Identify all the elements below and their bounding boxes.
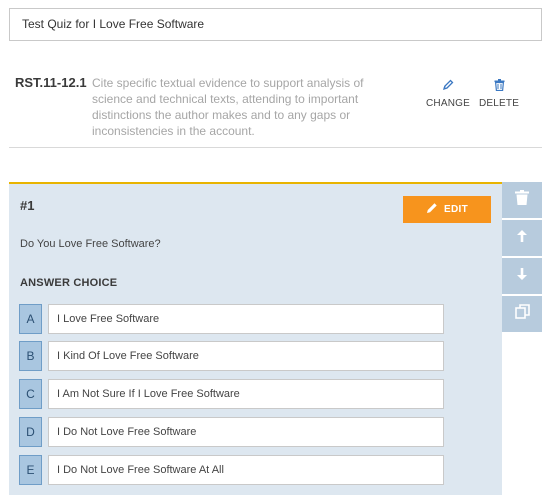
standard-row: RST.11-12.1 Cite specific textual eviden…	[9, 62, 542, 148]
pencil-icon	[442, 76, 454, 94]
question-text: Do You Love Free Software?	[20, 238, 161, 250]
choice-letter[interactable]: B	[19, 341, 42, 371]
duplicate-icon	[514, 304, 530, 324]
pencil-icon	[426, 202, 438, 217]
choice-text-field[interactable]: I Kind Of Love Free Software	[48, 341, 444, 371]
move-up-button[interactable]	[502, 220, 542, 256]
delete-question-button[interactable]	[502, 182, 542, 218]
arrow-down-icon	[517, 267, 527, 285]
delete-label: DELETE	[479, 98, 520, 109]
delete-standard-button[interactable]: DELETE	[479, 76, 519, 109]
question-number: #1	[20, 198, 35, 213]
choice-text-field[interactable]: I Do Not Love Free Software	[48, 417, 444, 447]
quiz-title-input[interactable]: Test Quiz for I Love Free Software	[9, 8, 542, 41]
choice-text-field[interactable]: I Love Free Software	[48, 304, 444, 334]
trash-icon	[515, 190, 529, 210]
arrow-up-icon	[517, 229, 527, 247]
choice-letter[interactable]: D	[19, 417, 42, 447]
change-standard-button[interactable]: CHANGE	[426, 76, 470, 109]
move-down-button[interactable]	[502, 258, 542, 294]
change-label: CHANGE	[426, 98, 470, 109]
answer-choice-heading: ANSWER CHOICE	[20, 277, 118, 289]
question-card: #1 EDIT Do You Love Free Software? ANSWE…	[9, 182, 502, 495]
choice-text-field[interactable]: I Do Not Love Free Software At All	[48, 455, 444, 485]
standard-description: Cite specific textual evidence to suppor…	[92, 76, 364, 138]
choice-letter[interactable]: C	[19, 379, 42, 409]
choice-text-field[interactable]: I Am Not Sure If I Love Free Software	[48, 379, 444, 409]
choice-letter[interactable]: E	[19, 455, 42, 485]
duplicate-question-button[interactable]	[502, 296, 542, 332]
standard-code: RST.11-12.1	[15, 75, 87, 90]
trash-icon	[494, 76, 505, 94]
edit-question-button[interactable]: EDIT	[403, 196, 491, 223]
edit-label: EDIT	[444, 204, 468, 215]
choice-letter[interactable]: A	[19, 304, 42, 334]
